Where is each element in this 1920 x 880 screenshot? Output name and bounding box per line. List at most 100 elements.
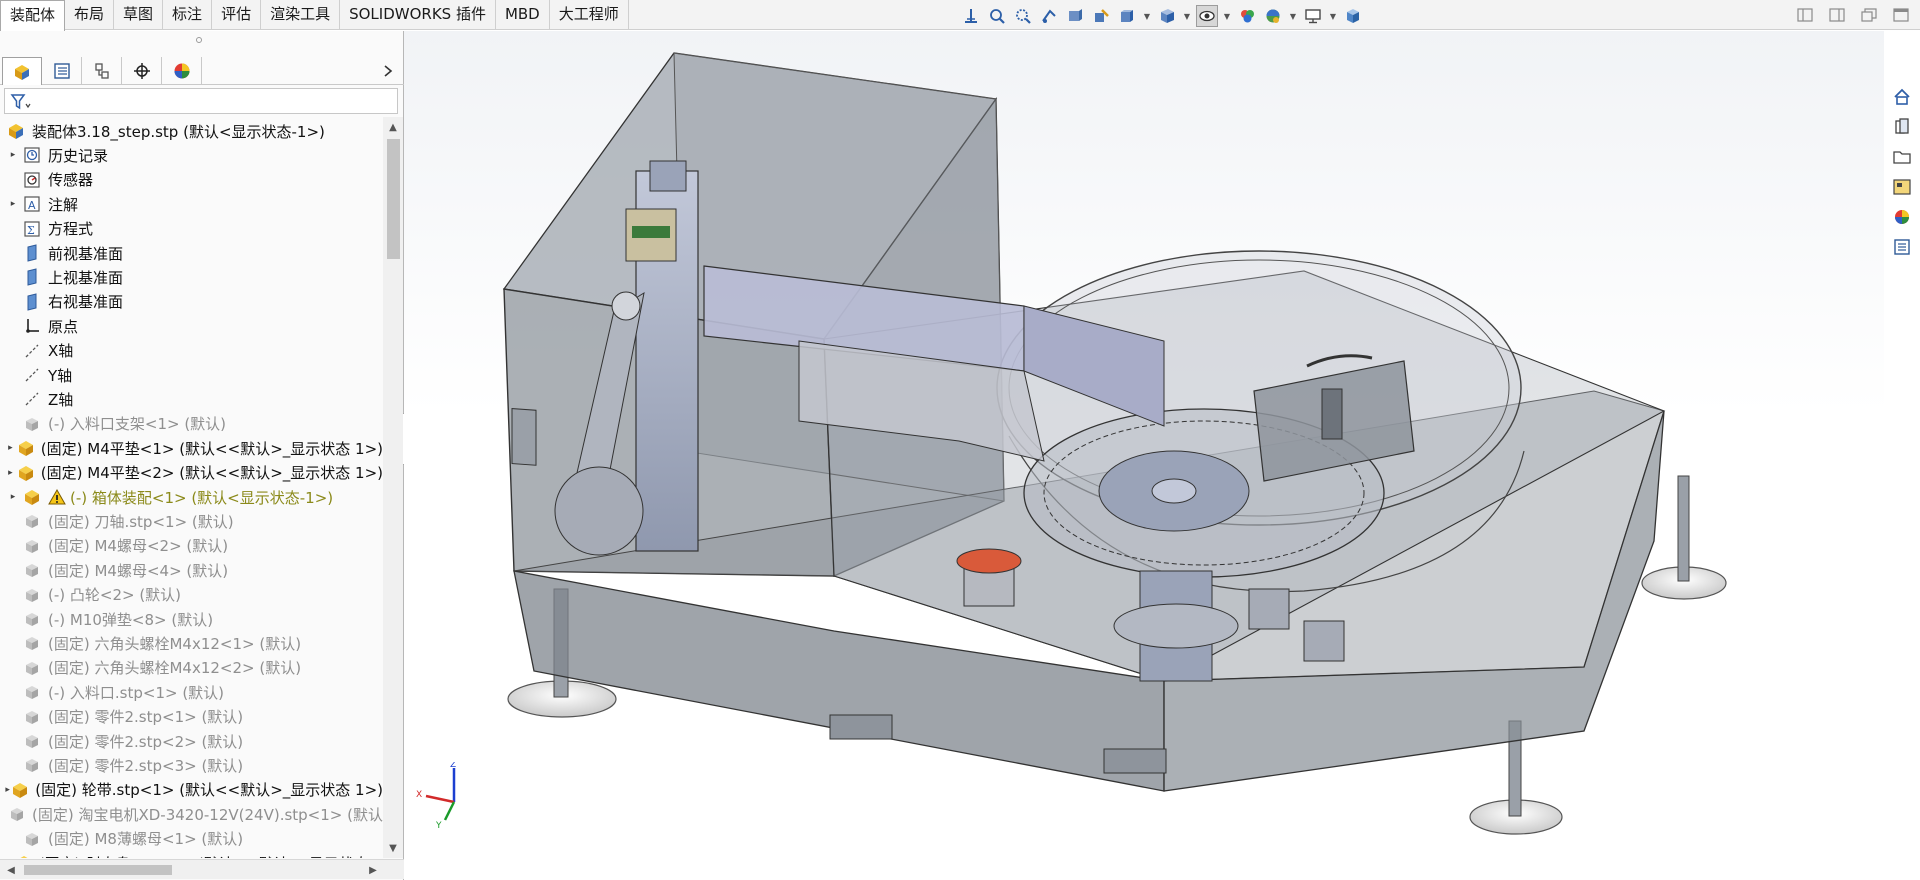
tree-item[interactable]: ▸ (固定) 剁肉盘.stp<1> (默认<<默认>_显示状态 1	[0, 851, 383, 858]
tree-item[interactable]: (固定) M4螺母<4> (默认)	[0, 558, 383, 582]
tree-item[interactable]: (固定) 零件2.stp<2> (默认)	[0, 729, 383, 753]
hide-show-dropdown-icon[interactable]: ▼	[1222, 12, 1232, 21]
tree-item[interactable]: Y轴	[0, 363, 383, 387]
command-tab[interactable]: 大工程师	[550, 0, 629, 30]
filter-icon[interactable]	[10, 92, 32, 112]
tree-item[interactable]: (-) 入料口支架<1> (默认)	[0, 412, 383, 436]
panel-grip-icon[interactable]	[196, 37, 202, 43]
tree-item[interactable]: ▸ 历史记录	[0, 143, 383, 167]
command-tab[interactable]: SOLIDWORKS 插件	[340, 0, 496, 30]
tree-item[interactable]: (固定) 六角头螺栓M4x12<1> (默认)	[0, 631, 383, 655]
tile-right-icon[interactable]	[1826, 5, 1848, 25]
edit-appearance-icon[interactable]	[1236, 5, 1258, 27]
maximize-icon[interactable]	[1890, 5, 1912, 25]
part-icon	[22, 707, 42, 727]
zoom-to-area-icon[interactable]	[1012, 5, 1034, 27]
scroll-down-icon[interactable]: ▼	[383, 838, 403, 858]
tree-item[interactable]: (固定) 零件2.stp<3> (默认)	[0, 753, 383, 777]
configurationmanager-tab-icon[interactable]	[82, 57, 122, 85]
tree-item[interactable]: 前视基准面	[0, 241, 383, 265]
display-pane-icon[interactable]	[1342, 5, 1364, 27]
command-tab[interactable]: 装配体	[0, 0, 66, 31]
dimxpert-tab-icon[interactable]	[122, 57, 162, 85]
scroll-thumb-horizontal[interactable]	[24, 865, 172, 875]
tree-item[interactable]: ▸ (-) 箱体装配<1> (默认<显示状态-1>)	[0, 485, 383, 509]
tree-item[interactable]: ▸ A 注解	[0, 192, 383, 216]
tree-item[interactable]: (-) 入料口.stp<1> (默认)	[0, 680, 383, 704]
tree-item[interactable]: (固定) 刀轴.stp<1> (默认)	[0, 509, 383, 533]
scroll-left-icon[interactable]: ◀	[2, 860, 20, 880]
zoom-to-fit-icon[interactable]	[986, 5, 1008, 27]
tree-item-label: X轴	[48, 342, 74, 361]
tree-item[interactable]: Σ 方程式	[0, 217, 383, 241]
custom-properties-icon[interactable]	[1888, 234, 1916, 260]
previous-view-icon[interactable]	[1038, 5, 1060, 27]
feature-manager-panel: 装配体3.18_step.stp (默认<显示状态-1>) ▸ 历史记录 传感器 ▸ A 注…	[0, 31, 404, 880]
caret-spacer	[4, 168, 22, 192]
command-tab[interactable]: 渲染工具	[261, 0, 341, 30]
command-tab[interactable]: 评估	[212, 0, 262, 30]
file-explorer-icon[interactable]	[1888, 144, 1916, 170]
section-view-icon[interactable]	[1064, 5, 1086, 27]
tree-filter-input[interactable]	[4, 88, 398, 114]
tree-item[interactable]: ▸ (固定) M4平垫<2> (默认<<默认>_显示状态 1>)	[0, 461, 383, 485]
command-tab[interactable]: MBD	[496, 0, 550, 30]
view-settings-dropdown-icon[interactable]: ▼	[1328, 12, 1338, 21]
expand-caret-icon[interactable]: ▸	[4, 192, 22, 216]
command-tab[interactable]: 布局	[65, 0, 115, 30]
tree-item[interactable]: (固定) M8薄螺母<1> (默认)	[0, 827, 383, 851]
tree-item[interactable]: X轴	[0, 339, 383, 363]
propertymanager-tab-icon[interactable]	[42, 57, 82, 85]
tree-item[interactable]: (-) 凸轮<2> (默认)	[0, 583, 383, 607]
tree-horizontal-scrollbar[interactable]: ◀ ▶	[0, 859, 404, 879]
expand-caret-icon[interactable]: ▸	[4, 485, 22, 509]
tree-item[interactable]: 装配体3.18_step.stp (默认<显示状态-1>)	[0, 119, 383, 143]
tree-item[interactable]: (-) M10弹垫<8> (默认)	[0, 607, 383, 631]
display-style-icon[interactable]	[1156, 5, 1178, 27]
tile-left-icon[interactable]	[1794, 5, 1816, 25]
dynamic-annotation-icon[interactable]	[1090, 5, 1112, 27]
chevron-right-icon[interactable]	[378, 59, 398, 83]
tree-item[interactable]: (固定) M4螺母<2> (默认)	[0, 534, 383, 558]
scroll-right-icon[interactable]: ▶	[364, 860, 382, 880]
command-tab[interactable]: 标注	[163, 0, 213, 30]
home-icon[interactable]	[1888, 84, 1916, 110]
tree-item[interactable]: (固定) 淘宝电机XD-3420-12V(24V).stp<1> (默认	[0, 802, 383, 826]
expand-caret-icon[interactable]: ▸	[4, 436, 17, 460]
tree-item[interactable]: (固定) 零件2.stp<1> (默认)	[0, 705, 383, 729]
expand-caret-icon[interactable]: ▸	[4, 461, 17, 485]
view-settings-icon[interactable]	[1302, 5, 1324, 27]
tree-item[interactable]: ▸ (固定) 轮带.stp<1> (默认<<默认>_显示状态 1>)	[0, 778, 383, 802]
tree-item[interactable]: 原点	[0, 314, 383, 338]
expand-caret-icon[interactable]: ▸	[4, 778, 11, 802]
tree-vertical-scrollbar[interactable]: ▲ ▼	[383, 117, 403, 858]
apply-scene-icon[interactable]	[1262, 5, 1284, 27]
tree-item[interactable]: ▸ (固定) M4平垫<1> (默认<<默认>_显示状态 1>)	[0, 436, 383, 460]
expand-caret-icon[interactable]: ▸	[4, 851, 15, 858]
reference-geometry-icon[interactable]	[960, 5, 982, 27]
restore-icon[interactable]	[1858, 5, 1880, 25]
tree-item[interactable]: 右视基准面	[0, 290, 383, 314]
featuremanager-tab-icon[interactable]	[2, 57, 42, 85]
apply-scene-dropdown-icon[interactable]: ▼	[1288, 12, 1298, 21]
hide-show-items-icon[interactable]	[1196, 5, 1218, 27]
tree-item-label: (-) 箱体装配<1> (默认<显示状态-1>)	[70, 488, 334, 507]
tree-item[interactable]: 上视基准面	[0, 265, 383, 289]
tree-item[interactable]: Z轴	[0, 387, 383, 411]
assembly-model-view[interactable]	[404, 31, 1884, 880]
view-palette-icon[interactable]	[1888, 174, 1916, 200]
displaymanager-tab-icon[interactable]	[162, 57, 202, 85]
tree-item[interactable]: 传感器	[0, 168, 383, 192]
graphics-area[interactable]	[404, 31, 1884, 880]
appearances-icon[interactable]	[1888, 204, 1916, 230]
scroll-thumb[interactable]	[387, 139, 400, 259]
view-orientation-dropdown-icon[interactable]: ▼	[1142, 12, 1152, 21]
command-tab[interactable]: 草图	[114, 0, 164, 30]
tree-item[interactable]: (固定) 六角头螺栓M4x12<2> (默认)	[0, 656, 383, 680]
expand-caret-icon[interactable]: ▸	[4, 143, 22, 167]
display-style-dropdown-icon[interactable]: ▼	[1182, 12, 1192, 21]
scroll-up-icon[interactable]: ▲	[383, 117, 403, 137]
design-library-icon[interactable]	[1888, 114, 1916, 140]
caret-spacer	[4, 656, 22, 680]
view-orientation-icon[interactable]	[1116, 5, 1138, 27]
